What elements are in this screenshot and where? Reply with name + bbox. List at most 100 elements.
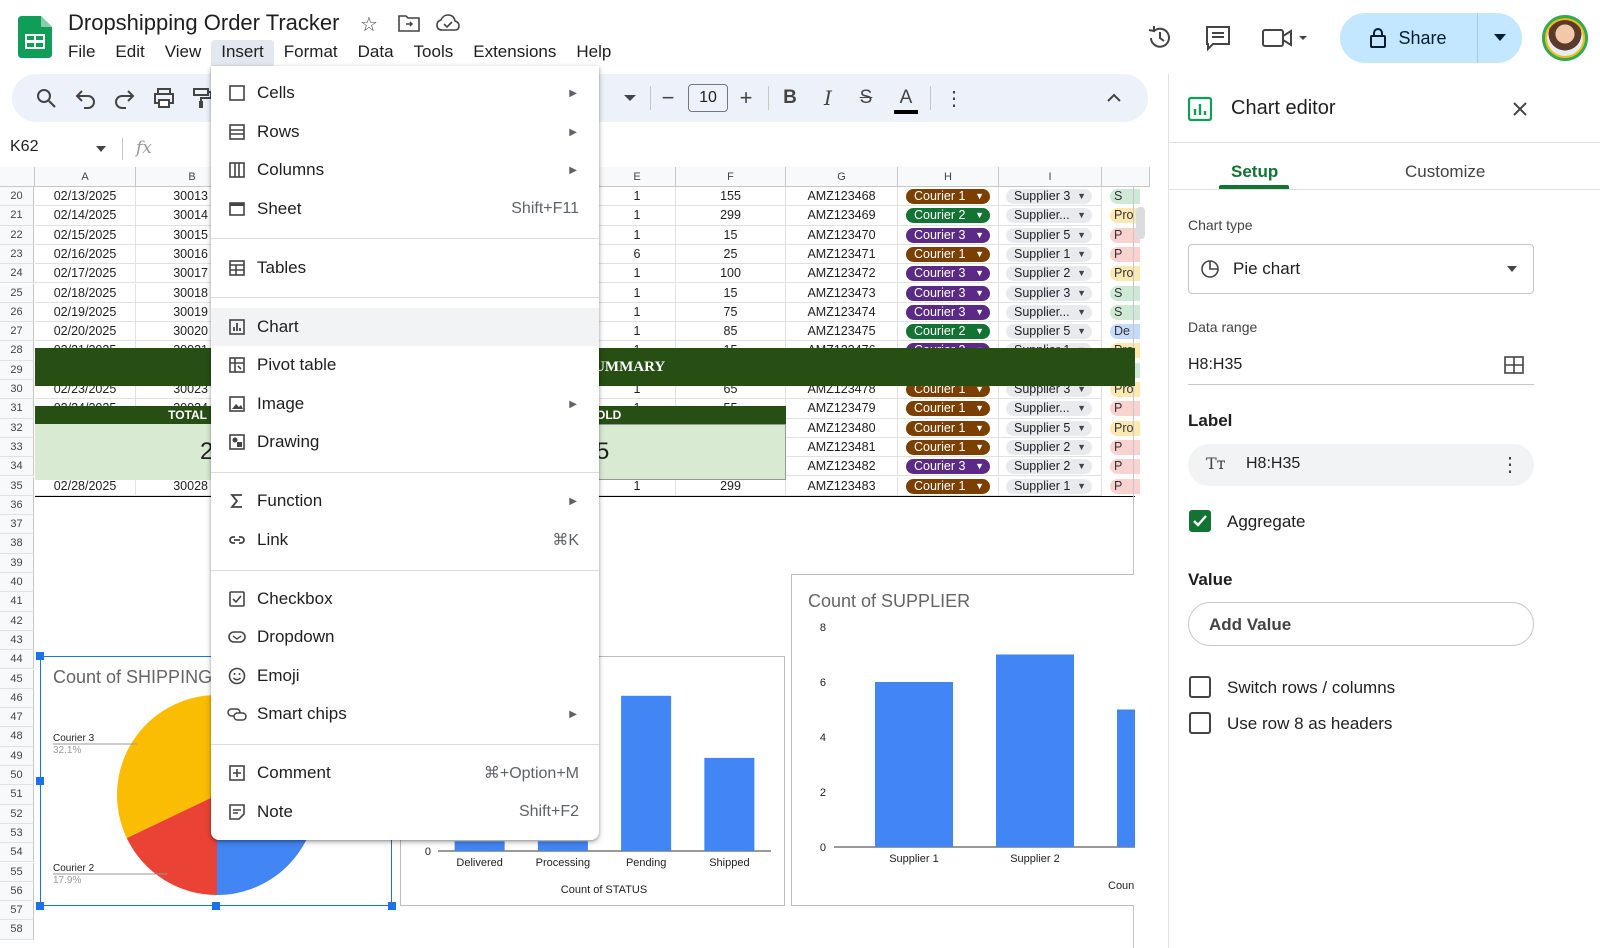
menu-data[interactable]: Data — [348, 40, 404, 66]
sheets-logo-icon[interactable] — [18, 16, 52, 58]
font-size-input[interactable]: 10 — [688, 84, 728, 112]
menu-item-note[interactable]: Note Shift+F2 — [211, 793, 599, 831]
document-title[interactable]: Dropshipping Order Tracker — [68, 10, 339, 36]
row-number[interactable]: 31 — [0, 399, 34, 419]
name-box-dropdown-icon[interactable] — [96, 146, 106, 152]
row-number[interactable]: 23 — [0, 244, 34, 265]
tracking-cell[interactable]: AMZ123482 — [786, 457, 898, 477]
vertical-scrollbar[interactable] — [1136, 207, 1145, 239]
menu-tools[interactable]: Tools — [404, 40, 464, 66]
supplier-chip[interactable]: Supplier 3 ▼ — [1006, 285, 1092, 301]
row-number[interactable]: 55 — [0, 862, 34, 882]
increase-font-icon[interactable]: + — [734, 85, 758, 110]
switch-rows-columns-checkbox[interactable] — [1189, 676, 1211, 698]
supplier-bar-chart[interactable]: Count of SUPPLIER 0 2 4 6 8 Supplier 1 Supplie… — [791, 574, 1135, 906]
row-number[interactable]: 27 — [0, 322, 34, 342]
date-cell[interactable]: 02/14/2025 — [35, 206, 136, 226]
column-header-g[interactable]: G — [786, 167, 898, 187]
row-number[interactable]: 46 — [0, 688, 34, 709]
collapse-toolbar-icon[interactable] — [1102, 86, 1126, 110]
tracking-cell[interactable]: AMZ123483 — [786, 476, 898, 496]
close-icon[interactable] — [1513, 102, 1527, 116]
status-chip[interactable]: P — [1110, 401, 1140, 417]
row-number[interactable]: 39 — [0, 553, 34, 573]
courier-chip[interactable]: Courier 1 ▼ — [906, 439, 990, 455]
supplier-chip[interactable]: Supplier... ▼ — [1006, 401, 1092, 417]
resize-handle[interactable] — [36, 652, 44, 660]
row-number[interactable]: 22 — [0, 225, 34, 245]
row-number[interactable]: 48 — [0, 727, 34, 747]
quantity-cell[interactable]: 1 — [599, 264, 676, 284]
status-chip[interactable]: Pro — [1110, 266, 1140, 282]
row-number[interactable]: 41 — [0, 592, 34, 612]
add-value-button[interactable]: Add Value — [1188, 602, 1534, 646]
price-cell[interactable]: 155 — [676, 187, 786, 207]
row-number[interactable]: 34 — [0, 457, 34, 477]
row-number[interactable]: 20 — [0, 187, 34, 207]
quantity-cell[interactable]: 1 — [599, 225, 676, 245]
row-number[interactable]: 24 — [0, 264, 34, 284]
quantity-cell[interactable]: 1 — [599, 283, 676, 303]
text-color-icon[interactable]: A — [894, 86, 918, 114]
row-number[interactable]: 51 — [0, 785, 34, 805]
row-number[interactable]: 54 — [0, 843, 34, 863]
status-chip[interactable]: S — [1110, 189, 1140, 204]
status-chip[interactable]: Pro — [1110, 420, 1140, 436]
move-folder-icon[interactable] — [398, 14, 420, 32]
tracking-cell[interactable]: AMZ123480 — [786, 418, 898, 438]
column-header-e[interactable]: E — [599, 167, 676, 187]
avatar[interactable] — [1542, 15, 1588, 61]
courier-chip[interactable]: Courier 1 ▼ — [906, 401, 990, 417]
tracking-cell[interactable]: AMZ123474 — [786, 302, 898, 323]
resize-handle[interactable] — [212, 902, 220, 910]
menu-item-emoji[interactable]: Emoji — [211, 657, 599, 695]
courier-chip[interactable]: Courier 1 ▼ — [906, 246, 990, 262]
resize-handle[interactable] — [36, 902, 44, 910]
label-series-chip[interactable]: Tт H8:H35 ⋮ — [1188, 444, 1534, 486]
version-history-icon[interactable] — [1140, 18, 1180, 58]
supplier-chip[interactable]: Supplier 3 ▼ — [1006, 189, 1092, 204]
price-cell[interactable]: 85 — [676, 322, 786, 342]
price-cell[interactable]: 100 — [676, 264, 786, 284]
menu-item-smart-chips[interactable]: Smart chips ▶ — [211, 695, 599, 733]
row-number[interactable]: 50 — [0, 766, 34, 786]
column-header-h[interactable]: H — [898, 167, 999, 187]
price-cell[interactable]: 25 — [676, 244, 786, 265]
status-chip[interactable]: P — [1110, 246, 1140, 262]
row-number[interactable]: 40 — [0, 573, 34, 593]
courier-chip[interactable]: Courier 2 ▼ — [906, 208, 990, 224]
status-chip[interactable]: P — [1110, 439, 1140, 455]
supplier-chip[interactable]: Supplier... ▼ — [1006, 304, 1092, 320]
resize-handle[interactable] — [388, 902, 396, 910]
row-number[interactable]: 26 — [0, 302, 34, 323]
menu-item-rows[interactable]: Rows ▶ — [211, 113, 599, 151]
bold-icon[interactable]: B — [778, 86, 802, 110]
courier-chip[interactable]: Courier 1 ▼ — [906, 478, 990, 494]
chart-type-select[interactable]: Pie chart — [1188, 244, 1534, 294]
row-number[interactable]: 33 — [0, 437, 34, 458]
tracking-cell[interactable]: AMZ123479 — [786, 399, 898, 419]
row-number[interactable]: 30 — [0, 380, 34, 400]
supplier-chip[interactable]: Supplier 2 ▼ — [1006, 459, 1092, 475]
date-cell[interactable]: 02/13/2025 — [35, 187, 136, 207]
row-number[interactable]: 36 — [0, 495, 34, 516]
supplier-chip[interactable]: Supplier... ▼ — [1006, 208, 1092, 224]
select-all-corner[interactable] — [0, 167, 35, 187]
date-cell[interactable]: 02/15/2025 — [35, 225, 136, 245]
quantity-cell[interactable]: 1 — [599, 322, 676, 342]
menu-item-tables[interactable]: Tables — [211, 249, 599, 287]
row-number[interactable]: 53 — [0, 823, 34, 844]
row-number[interactable]: 58 — [0, 920, 34, 940]
status-chip[interactable]: De — [1110, 324, 1140, 340]
search-menus-icon[interactable] — [34, 86, 58, 110]
quantity-cell[interactable]: 6 — [599, 244, 676, 265]
courier-chip[interactable]: Courier 1 ▼ — [906, 420, 990, 436]
menu-item-cells[interactable]: Cells ▶ — [211, 74, 599, 112]
courier-chip[interactable]: Courier 2 ▼ — [906, 324, 990, 340]
status-chip[interactable]: S — [1110, 304, 1140, 320]
menu-insert[interactable]: Insert — [211, 40, 274, 66]
supplier-chip[interactable]: Supplier 5 ▼ — [1006, 324, 1092, 340]
menu-file[interactable]: File — [58, 40, 105, 66]
supplier-chip[interactable]: Supplier 2 ▼ — [1006, 439, 1092, 455]
courier-chip[interactable]: Courier 1 ▼ — [906, 189, 990, 204]
